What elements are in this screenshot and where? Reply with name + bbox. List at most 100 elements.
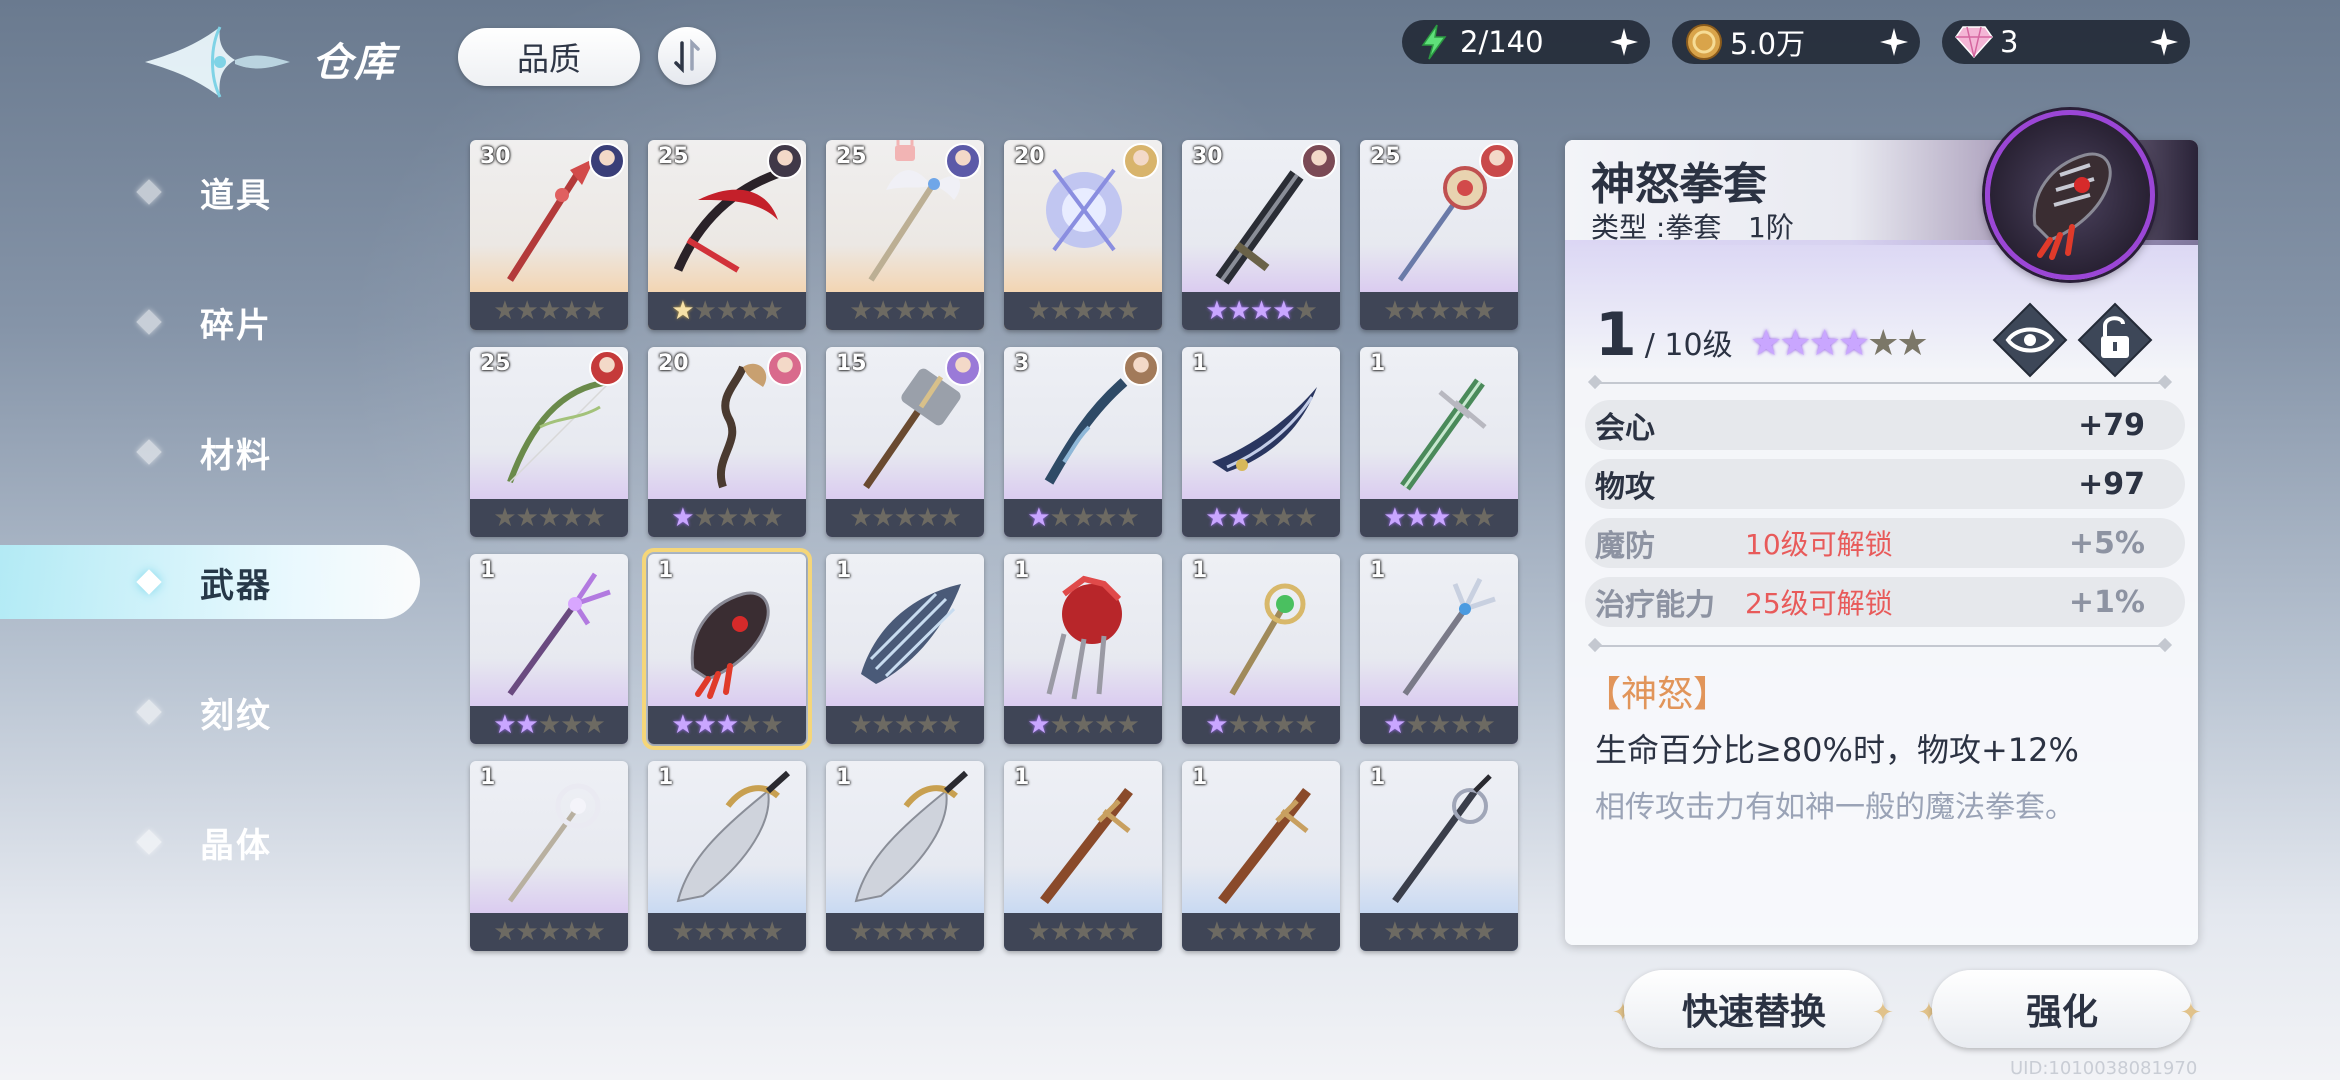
add-coin-button[interactable] — [1874, 22, 1914, 62]
star-empty-icon: ★ — [693, 296, 717, 326]
star-empty-icon: ★ — [582, 917, 605, 947]
quality-filter-button[interactable]: 品质 — [458, 28, 640, 86]
star-empty-icon: ★ — [582, 710, 605, 740]
star-empty-icon: ★ — [493, 917, 516, 947]
star-rating: ★ ★ ★ ★ ★ — [826, 706, 984, 744]
star-empty-icon: ★ — [1867, 323, 1899, 364]
star-empty-icon: ★ — [760, 296, 783, 326]
star-empty-icon: ★ — [1427, 710, 1451, 740]
diamond-bullet-icon — [136, 699, 162, 725]
weapon-card[interactable]: 3 ★ ★ ★ ★ ★ — [1004, 347, 1162, 537]
sidebar-item-materials[interactable]: 材料 — [0, 415, 420, 489]
unlock-icon[interactable] — [2075, 300, 2155, 380]
sidebar-item-weapons[interactable]: 武器 — [0, 545, 420, 619]
weapon-card[interactable]: 1 ★ ★ ★ ★ ★ — [642, 548, 812, 750]
plus-icon — [1610, 28, 1638, 56]
weapon-card[interactable]: 1 ★ ★ ★ ★ ★ — [470, 761, 628, 951]
weapon-level-badge: 1 — [1370, 765, 1386, 790]
star-rating: ★ ★ ★ ★ ★ — [1004, 292, 1162, 330]
star-rating: ★ ★ ★ ★ ★ — [1182, 706, 1340, 744]
equipped-character-avatar — [945, 143, 981, 179]
star-empty-icon: ★ — [871, 710, 895, 740]
weapon-level-badge: 1 — [480, 765, 496, 790]
star-empty-icon: ★ — [493, 503, 516, 533]
star-empty-icon: ★ — [916, 710, 939, 740]
weapon-card[interactable]: 1 ★ ★ ★ ★ ★ — [1360, 347, 1518, 537]
star-empty-icon: ★ — [1049, 710, 1073, 740]
weapon-card[interactable]: 25 ★ ★ ★ ★ ★ — [826, 140, 984, 330]
weapon-card[interactable]: 1 ★ ★ ★ ★ ★ — [1360, 554, 1518, 744]
stat-name: 物攻 — [1595, 470, 1655, 505]
star-empty-icon: ★ — [1405, 917, 1429, 947]
stat-row-attack: 物攻 +97 — [1585, 459, 2185, 509]
star-filled-icon: ★ — [1272, 296, 1295, 326]
weapon-card[interactable]: 20 ★ ★ ★ ★ ★ — [1004, 140, 1162, 330]
star-empty-icon: ★ — [871, 296, 895, 326]
current-level: 1 — [1595, 300, 1637, 370]
star-empty-icon: ★ — [693, 503, 717, 533]
weapon-level-badge: 1 — [1192, 558, 1208, 583]
enhance-button[interactable]: 强化 — [1932, 970, 2192, 1048]
star-empty-icon: ★ — [1071, 917, 1095, 947]
unlock-requirement: 10级可解锁 — [1745, 528, 1893, 561]
equipped-character-avatar — [1123, 350, 1159, 386]
weapon-card[interactable]: 30 ★ ★ ★ ★ ★ — [1182, 140, 1340, 330]
weapon-card[interactable]: 25 ★ ★ ★ ★ ★ — [648, 140, 806, 330]
sort-order-button[interactable] — [658, 27, 716, 85]
star-filled-icon: ★ — [671, 296, 694, 326]
star-rating: ★ ★ ★ ★ ★ — [1004, 706, 1162, 744]
weapon-card[interactable]: 1 ★ ★ ★ ★ ★ — [1182, 347, 1340, 537]
star-empty-icon: ★ — [738, 710, 761, 740]
sidebar-item-engravings[interactable]: 刻纹 — [0, 675, 420, 749]
star-empty-icon: ★ — [738, 917, 761, 947]
weapon-card[interactable]: 15 ★ ★ ★ ★ ★ — [826, 347, 984, 537]
add-energy-button[interactable] — [1604, 22, 1644, 62]
star-rating: ★ ★ ★ ★ ★ — [1182, 499, 1340, 537]
weapon-card[interactable]: 30 ★ ★ ★ ★ ★ — [470, 140, 628, 330]
weapon-card[interactable]: 1 ★ ★ ★ ★ ★ — [826, 554, 984, 744]
star-empty-icon: ★ — [1294, 503, 1317, 533]
star-empty-icon: ★ — [1071, 710, 1095, 740]
star-empty-icon: ★ — [560, 503, 583, 533]
weapon-card[interactable]: 1 ★ ★ ★ ★ ★ — [1182, 554, 1340, 744]
equipped-character-avatar — [589, 143, 625, 179]
star-empty-icon: ★ — [1249, 503, 1273, 533]
weapon-card[interactable]: 1 ★ ★ ★ ★ ★ — [648, 761, 806, 951]
stat-row-crit: 会心 +79 — [1585, 400, 2185, 450]
weapon-card[interactable]: 25 ★ ★ ★ ★ ★ — [470, 347, 628, 537]
star-filled-icon: ★ — [1205, 296, 1228, 326]
sidebar-item-label: 碎片 — [200, 305, 272, 346]
star-empty-icon: ★ — [715, 503, 739, 533]
gauntlet-icon — [2032, 152, 2112, 260]
star-filled-icon: ★ — [671, 503, 694, 533]
sidebar-item-props[interactable]: 道具 — [0, 155, 420, 229]
weapon-level: 1/ 10级 — [1595, 300, 1733, 370]
weapon-card[interactable]: 1 ★ ★ ★ ★ ★ — [826, 761, 984, 951]
star-empty-icon: ★ — [560, 917, 583, 947]
star-empty-icon: ★ — [871, 917, 895, 947]
star-empty-icon: ★ — [1205, 917, 1228, 947]
weapon-level-badge: 1 — [1370, 558, 1386, 583]
add-diamond-button[interactable] — [2144, 22, 2184, 62]
weapon-card[interactable]: 1 ★ ★ ★ ★ ★ — [1182, 761, 1340, 951]
star-empty-icon: ★ — [1405, 296, 1429, 326]
weapon-card[interactable]: 25 ★ ★ ★ ★ ★ — [1360, 140, 1518, 330]
weapon-card[interactable]: 1 ★ ★ ★ ★ ★ — [1004, 761, 1162, 951]
divider — [1595, 382, 2165, 384]
star-filled-icon: ★ — [1750, 323, 1782, 364]
diamond-counter: 3 — [1942, 20, 2190, 64]
sidebar-item-crystals[interactable]: 晶体 — [0, 805, 420, 879]
weapon-card[interactable]: 1 ★ ★ ★ ★ ★ — [1360, 761, 1518, 951]
plus-icon — [1880, 28, 1908, 56]
star-empty-icon: ★ — [582, 296, 605, 326]
weapon-card[interactable]: 1 ★ ★ ★ ★ ★ — [470, 554, 628, 744]
star-empty-icon: ★ — [1249, 917, 1273, 947]
flavor-text: 相传攻击力有如神一般的魔法拳套。 — [1595, 790, 2075, 825]
weapon-card[interactable]: 20 ★ ★ ★ ★ ★ — [648, 347, 806, 537]
quick-replace-button[interactable]: 快速替换 — [1624, 970, 1884, 1048]
preview-eye-icon[interactable] — [1990, 300, 2070, 380]
coin-icon — [1684, 22, 1724, 62]
weapon-card[interactable]: 1 ★ ★ ★ ★ ★ — [1004, 554, 1162, 744]
stat-value: +97 — [2078, 466, 2145, 502]
sidebar-item-fragments[interactable]: 碎片 — [0, 285, 420, 359]
